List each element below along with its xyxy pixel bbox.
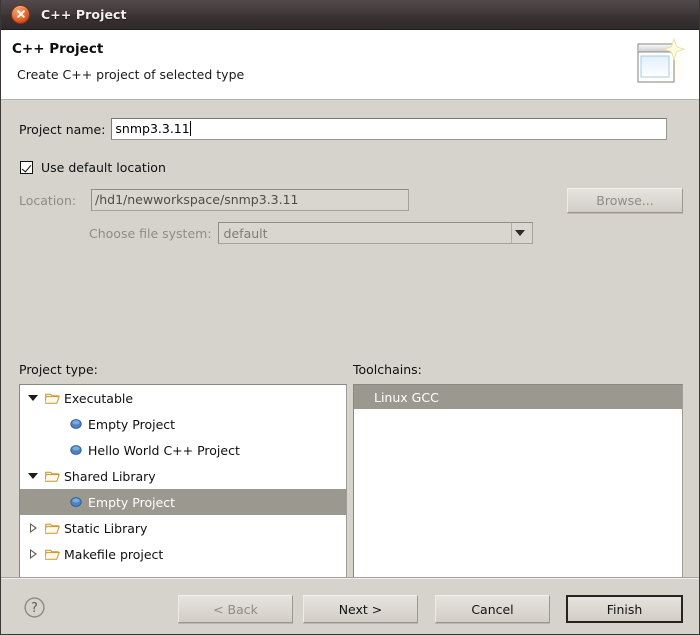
toolchains-list[interactable]: Linux GCC — [353, 384, 683, 584]
tree-item-label: Hello World C++ Project — [88, 442, 240, 458]
toolchain-list-item[interactable]: Linux GCC — [354, 385, 682, 409]
tree-item-label: Empty Project — [88, 416, 176, 432]
location-input[interactable]: /hd1/newworkspace/snmp3.3.11 — [91, 189, 409, 211]
project-name-input[interactable]: snmp3.3.11 — [111, 118, 668, 140]
file-system-value: default — [223, 225, 268, 241]
file-system-row: Choose file system: default — [89, 222, 533, 244]
project-type-tree[interactable]: Executable Empty Project Hello World C++ P… — [19, 384, 347, 584]
tree-row[interactable]: Empty Project — [20, 411, 346, 437]
chevron-down-icon[interactable] — [24, 473, 42, 479]
finish-button[interactable]: Finish — [566, 595, 683, 623]
wizard-header: C++ Project Create C++ project of select… — [1, 30, 699, 100]
footer-button-bar: ? < Back Next > Cancel Finish — [1, 579, 699, 634]
page-description: Create C++ project of selected type — [17, 67, 245, 82]
location-label: Location: — [19, 192, 77, 208]
browse-button[interactable]: Browse... — [567, 188, 683, 213]
tree-item-label: Makefile project — [64, 546, 164, 562]
tree-row[interactable]: Makefile project — [20, 541, 346, 567]
location-row: Location: /hd1/newworkspace/snmp3.3.11 — [19, 189, 409, 211]
tree-row[interactable]: Shared Library — [20, 463, 346, 489]
title-bar: C++ Project — [1, 0, 699, 30]
blue-sphere-icon — [66, 496, 86, 508]
tree-row[interactable]: Executable — [20, 385, 346, 411]
blue-sphere-icon — [66, 418, 86, 430]
file-system-select[interactable]: default — [217, 222, 533, 244]
open-folder-icon — [42, 470, 62, 483]
project-type-label: Project type: — [19, 362, 98, 377]
dialog-body: Project name: snmp3.3.11 Use default loc… — [1, 100, 699, 607]
blue-sphere-icon — [66, 444, 86, 456]
chevron-right-icon[interactable] — [24, 549, 42, 559]
open-folder-icon — [42, 522, 62, 535]
cpp-project-dialog: C++ Project C++ Project Create C++ proje… — [0, 0, 700, 635]
use-default-location-checkbox[interactable] — [20, 161, 33, 174]
tree-item-label: Static Library — [64, 520, 148, 536]
tree-item-label: Shared Library — [64, 468, 156, 484]
help-question-icon[interactable]: ? — [23, 596, 46, 619]
project-name-row: Project name: snmp3.3.11 — [19, 118, 668, 140]
chevron-down-icon[interactable] — [24, 395, 42, 401]
wizard-window-sparkle-icon — [637, 37, 688, 90]
back-button: < Back — [178, 595, 293, 623]
use-default-location-label: Use default location — [41, 160, 166, 175]
project-name-label: Project name: — [19, 121, 106, 137]
use-default-location-row[interactable]: Use default location — [20, 160, 166, 175]
chevron-right-icon[interactable] — [24, 523, 42, 533]
open-folder-icon — [42, 548, 62, 561]
text-caret — [190, 121, 192, 136]
next-button[interactable]: Next > — [303, 595, 418, 623]
toolchains-label: Toolchains: — [353, 362, 422, 377]
tree-row[interactable]: Empty Project — [20, 489, 346, 515]
close-icon[interactable] — [11, 5, 30, 24]
tree-item-label: Empty Project — [88, 494, 176, 510]
tree-row[interactable]: Hello World C++ Project — [20, 437, 346, 463]
open-folder-icon — [42, 392, 62, 405]
tree-row[interactable]: Static Library — [20, 515, 346, 541]
file-system-label: Choose file system: — [89, 225, 212, 241]
window-title: C++ Project — [41, 7, 127, 22]
page-title: C++ Project — [12, 41, 104, 57]
chevron-down-icon[interactable] — [510, 223, 529, 243]
tree-item-label: Executable — [64, 390, 134, 406]
cancel-button[interactable]: Cancel — [435, 595, 550, 623]
svg-text:?: ? — [31, 601, 38, 616]
